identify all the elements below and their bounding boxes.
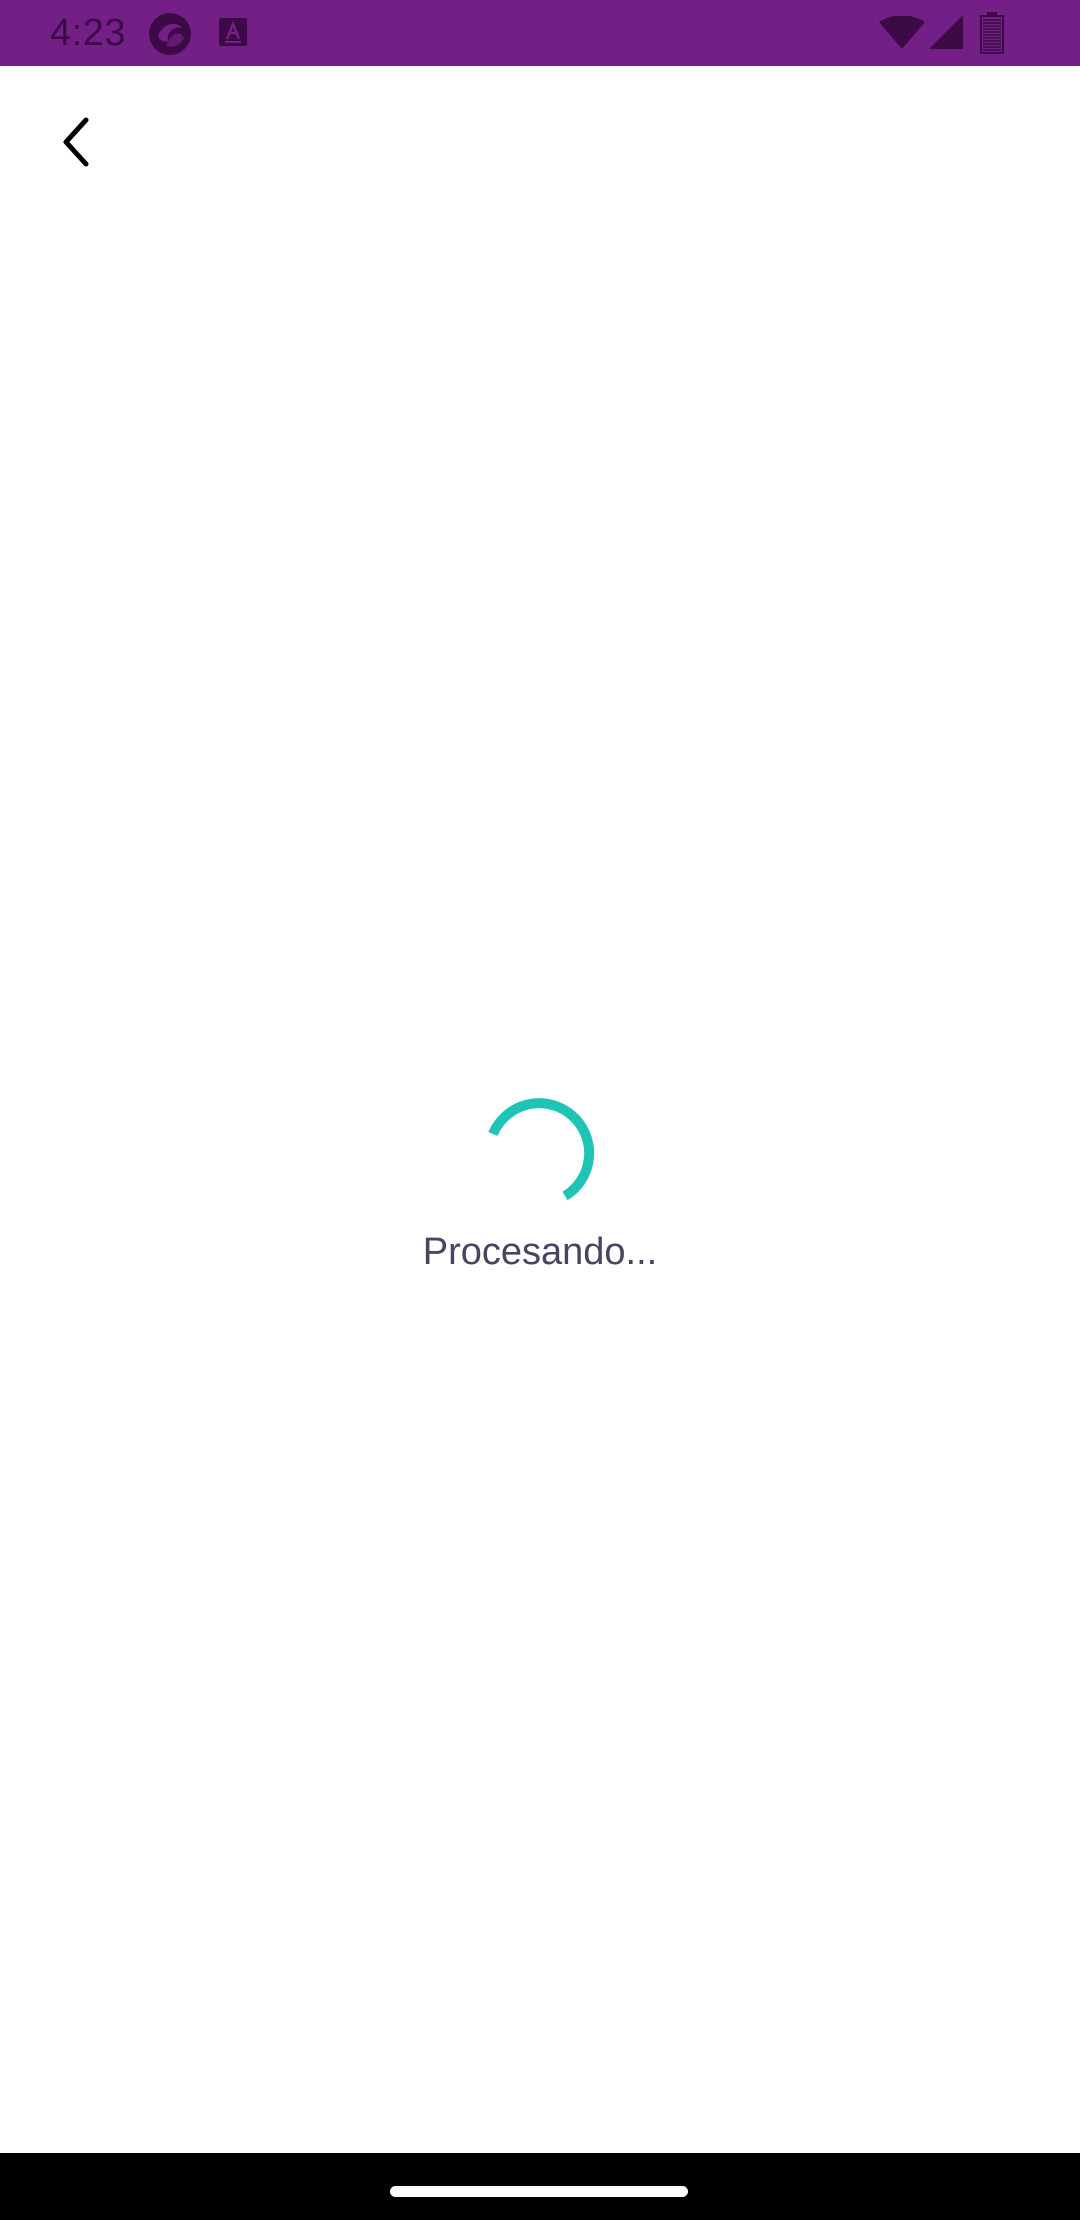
home-indicator[interactable]: [390, 2186, 688, 2197]
cell-signal-icon: [928, 14, 964, 50]
loading-indicator: Procesando...: [0, 1080, 1080, 1300]
chevron-left-icon: [63, 117, 89, 167]
back-button[interactable]: [40, 100, 112, 184]
navigation-bar: [0, 2153, 1080, 2220]
app-notification-icon: [148, 12, 192, 56]
wifi-icon: [878, 15, 926, 50]
status-time: 4:23: [50, 12, 126, 54]
loading-spinner-icon: [488, 1098, 595, 1201]
font-app-icon: [219, 18, 247, 46]
battery-icon: [980, 12, 1004, 54]
screen: 4:23 Procesando...: [0, 0, 1080, 2220]
loading-message: Procesando...: [422, 1231, 658, 1273]
status-bar: 4:23: [0, 0, 1080, 66]
